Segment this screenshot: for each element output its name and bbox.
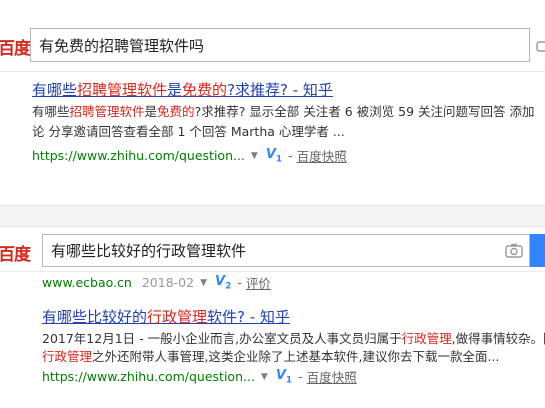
highlighted-keyword: 行政管理 bbox=[42, 349, 93, 364]
result-url[interactable]: https://www.zhihu.com/question... bbox=[42, 369, 255, 384]
previous-result-url[interactable]: www.ecbao.cn bbox=[42, 275, 132, 290]
separator-dash: - bbox=[288, 148, 293, 163]
cache-link[interactable]: 百度快照 bbox=[307, 367, 357, 386]
camera-icon[interactable] bbox=[536, 38, 545, 57]
result-url[interactable]: https://www.zhihu.com/question... bbox=[32, 148, 245, 163]
result-url-line: https://www.zhihu.com/question... ▼ V1 -… bbox=[42, 367, 357, 386]
search-results-panel-2: 百度 有哪些比较好的行政管理软件 www.ecbao.cn 2018-02 ▼ … bbox=[0, 227, 545, 408]
result-snippet-line-1: 2017年12月1日 - 一般小企业而言,办公室文员及人事文员归属于行政管理,做… bbox=[42, 329, 545, 349]
text-run: ,做得事情较杂。除了 bbox=[451, 331, 545, 346]
search-results-panel-1: 百度 有免费的招聘管理软件吗 有哪些招聘管理软件是免费的?求推荐? - 知乎 有… bbox=[0, 0, 545, 205]
chevron-down-icon[interactable]: ▼ bbox=[261, 372, 268, 382]
camera-icon[interactable] bbox=[505, 243, 523, 262]
result-snippet-line-2: 行政管理之外还附带人事管理,这类企业除了上述基本软件,建议你去下载一款全面... bbox=[42, 347, 499, 367]
header-divider bbox=[0, 71, 545, 72]
previous-result-url-line: www.ecbao.cn 2018-02 ▼ V2 - 评价 bbox=[42, 273, 271, 292]
previous-result-date: 2018-02 bbox=[141, 275, 195, 290]
result-title-link[interactable]: 有哪些比较好的行政管理软件? - 知乎 bbox=[42, 306, 290, 327]
verified-badge-icon[interactable]: V1 bbox=[276, 368, 292, 386]
verified-badge-icon[interactable]: V1 bbox=[266, 147, 282, 165]
search-query-text: 有哪些比较好的行政管理软件 bbox=[51, 242, 247, 260]
cache-link[interactable]: 百度快照 bbox=[297, 146, 347, 165]
text-run: 2017年12月1日 - 一般小企业而言,办公室文员及人事文员归属于 bbox=[42, 331, 402, 346]
result-snippet-line-2: 论 分享邀请回答查看全部 1 个回答 Martha 心理学者 ... bbox=[32, 124, 345, 139]
verified-badge-icon[interactable]: V2 bbox=[215, 274, 231, 292]
highlighted-keyword: 招聘管理软件 bbox=[77, 81, 168, 99]
text-run: ?求推荐? - 知乎 bbox=[227, 81, 333, 99]
separator-dash: - bbox=[298, 369, 303, 384]
text-run: 有哪些 bbox=[32, 104, 70, 119]
result-snippet-line-1: 有哪些招聘管理软件是免费的?求推荐? 显示全部 关注者 6 被浏览 59 关注问… bbox=[32, 102, 535, 122]
baidu-logo[interactable]: 百度 bbox=[0, 240, 31, 265]
highlighted-keyword: 行政管理 bbox=[147, 308, 208, 326]
text-run: 是 bbox=[144, 104, 158, 119]
search-query-text: 有免费的招聘管理软件吗 bbox=[39, 36, 205, 55]
screenshot-gap bbox=[0, 205, 545, 227]
search-input[interactable]: 有哪些比较好的行政管理软件 bbox=[42, 234, 530, 267]
header-divider bbox=[0, 271, 545, 272]
text-run: 是 bbox=[167, 81, 183, 99]
text-run: 有哪些比较好的 bbox=[42, 308, 148, 326]
text-run: 有哪些 bbox=[32, 81, 78, 99]
search-input[interactable]: 有免费的招聘管理软件吗 bbox=[30, 28, 530, 62]
result-url-line: https://www.zhihu.com/question... ▼ V1 -… bbox=[32, 146, 347, 165]
separator-dash: - bbox=[237, 275, 242, 290]
highlighted-keyword: 免费的 bbox=[182, 81, 228, 99]
highlighted-keyword: 行政管理 bbox=[401, 331, 452, 346]
chevron-down-icon[interactable]: ▼ bbox=[200, 278, 207, 288]
text-run: ?求推荐? 显示全部 关注者 6 被浏览 59 关注问题写回答 添加 bbox=[194, 104, 535, 119]
rate-link[interactable]: 评价 bbox=[246, 273, 271, 292]
highlighted-keyword: 免费的 bbox=[157, 104, 195, 119]
result-title-link[interactable]: 有哪些招聘管理软件是免费的?求推荐? - 知乎 bbox=[32, 79, 333, 100]
text-run: 软件? - 知乎 bbox=[207, 308, 290, 326]
text-run: 之外还附带人事管理,这类企业除了上述基本软件,建议你去下载一款全面... bbox=[92, 349, 500, 364]
chevron-down-icon[interactable]: ▼ bbox=[251, 151, 258, 161]
highlighted-keyword: 招聘管理软件 bbox=[69, 104, 145, 119]
baidu-logo[interactable]: 百度 bbox=[0, 34, 31, 59]
search-button[interactable] bbox=[530, 234, 545, 267]
